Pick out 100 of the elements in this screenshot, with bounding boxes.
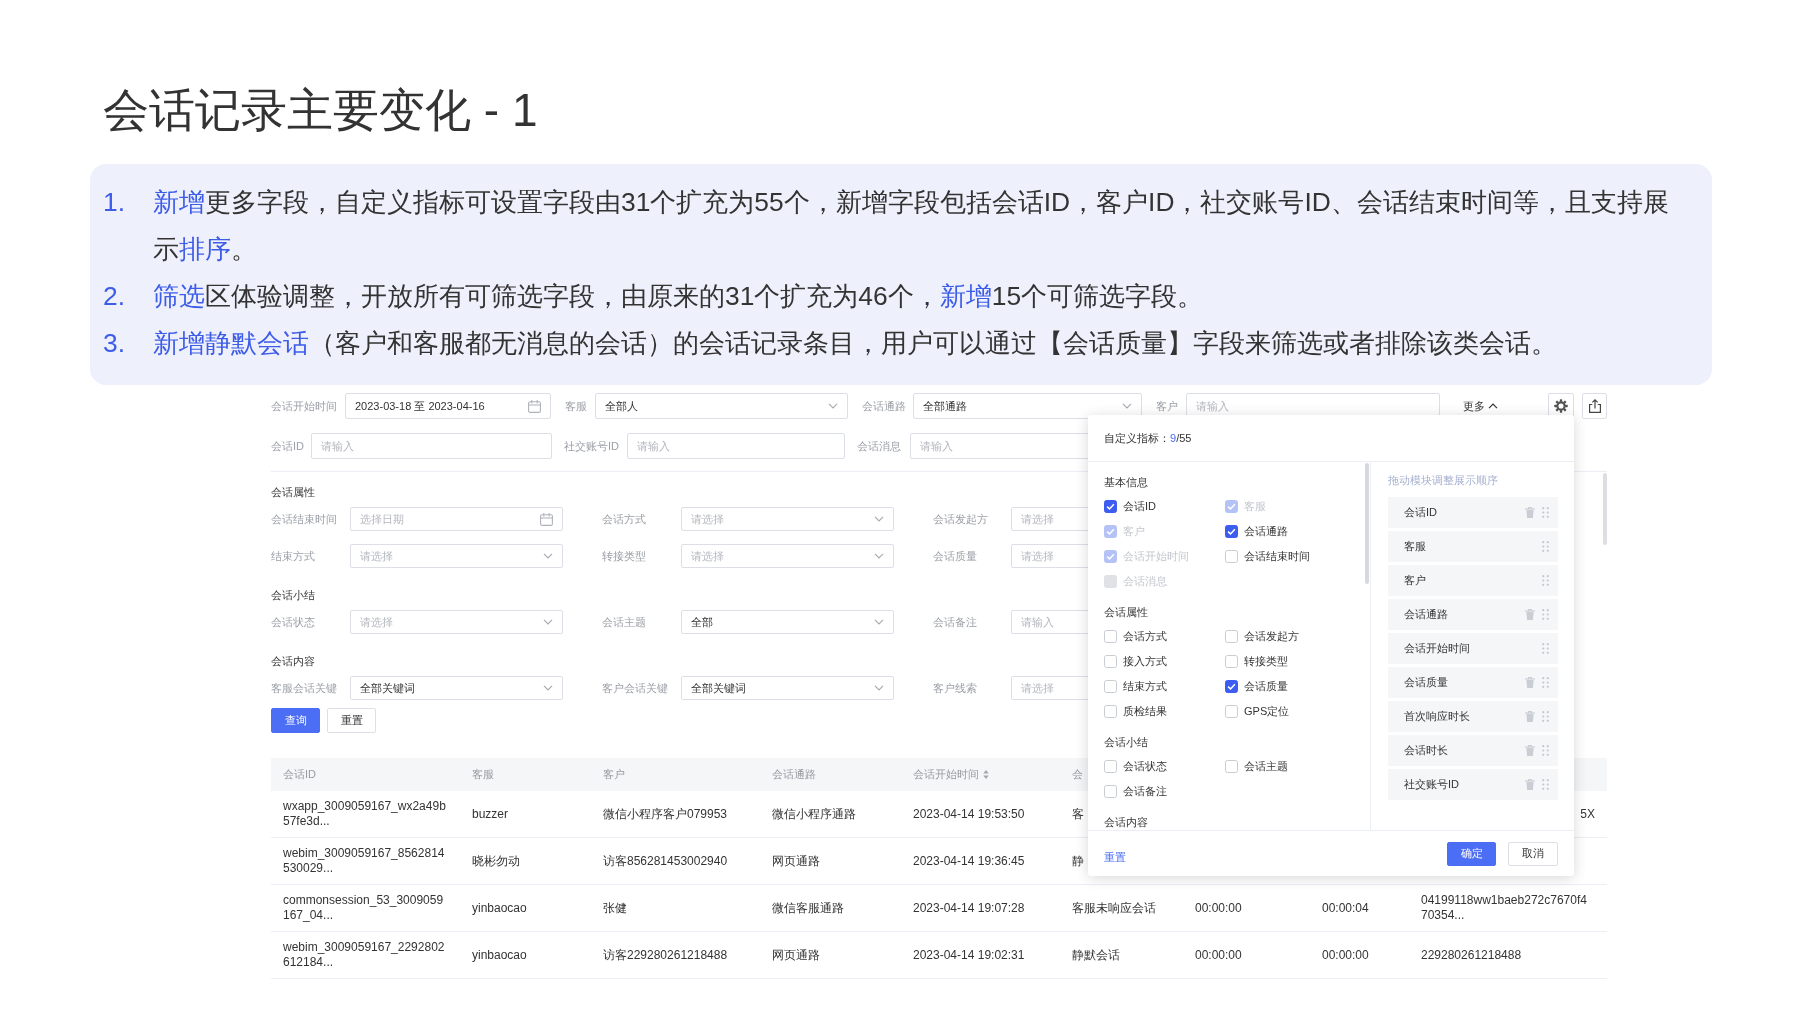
checkbox-label[interactable]: 会话状态 xyxy=(1123,759,1167,774)
section-title: 会话属性 xyxy=(271,485,315,500)
table-cell: 客 xyxy=(1072,806,1084,822)
column-header: 客服 xyxy=(472,767,494,782)
hint-text: 拖动模块调整展示顺序 xyxy=(1388,473,1498,488)
table-cell: 客服未响应会话 xyxy=(1072,900,1156,916)
input-field[interactable]: 请输入 xyxy=(627,433,845,459)
reset-button[interactable]: 重置 xyxy=(327,708,376,733)
drag-handle-icon[interactable] xyxy=(1542,711,1549,722)
field-label: 会话通路 xyxy=(862,398,906,414)
field-label: 会话主题 xyxy=(602,614,646,630)
table-cell: 00:00:04 xyxy=(1322,900,1369,916)
table-cell: 微信小程序客户079953 xyxy=(603,806,728,822)
drag-handle-icon[interactable] xyxy=(1542,541,1549,552)
trash-icon[interactable] xyxy=(1525,745,1535,756)
drag-handle-icon[interactable] xyxy=(1542,745,1549,756)
table-cell: 访客229280261218488 xyxy=(603,947,728,963)
sortable-item[interactable]: 社交账号ID xyxy=(1388,769,1558,800)
group-title: 会话小结 xyxy=(1104,735,1148,750)
column-header: 会话ID xyxy=(283,767,316,782)
checkbox-label[interactable]: 会话发起方 xyxy=(1244,629,1299,644)
drag-handle-icon[interactable] xyxy=(1542,779,1549,790)
checkbox-label[interactable]: 会话方式 xyxy=(1123,629,1167,644)
drag-handle-icon[interactable] xyxy=(1542,507,1549,518)
checkbox-label[interactable]: 接入方式 xyxy=(1123,654,1167,669)
field-label: 会话状态 xyxy=(271,614,315,630)
checkbox-label[interactable]: 会话备注 xyxy=(1123,784,1167,799)
table-cell: 00:00:00 xyxy=(1195,900,1242,916)
field-label: 客户线索 xyxy=(933,680,977,696)
list-number: 1. xyxy=(103,186,125,219)
checkbox-label[interactable]: 转接类型 xyxy=(1244,654,1288,669)
chevron-down-icon xyxy=(543,553,553,559)
dropdown[interactable]: 全部关键词 xyxy=(681,676,894,700)
sortable-item[interactable]: 会话通路 xyxy=(1388,599,1558,630)
chevron-down-icon xyxy=(543,619,553,625)
sortable-item[interactable]: 会话时长 xyxy=(1388,735,1558,766)
table-cell: 网页通路 xyxy=(772,947,820,963)
sort-icon[interactable] xyxy=(983,770,989,779)
confirm-button[interactable]: 确定 xyxy=(1447,841,1496,866)
query-button[interactable]: 查询 xyxy=(271,708,320,733)
reset-link[interactable]: 重置 xyxy=(1104,850,1126,865)
table-cell: 访客856281453002940 xyxy=(603,853,728,869)
field-label: 客户会话关键 xyxy=(602,680,668,696)
checkbox-label[interactable]: 结束方式 xyxy=(1123,679,1167,694)
checkbox-label[interactable]: 会话主题 xyxy=(1244,759,1288,774)
dropdown[interactable]: 全部通路 xyxy=(913,393,1142,419)
cancel-button[interactable]: 取消 xyxy=(1508,841,1558,866)
dropdown[interactable]: 全部关键词 xyxy=(350,676,563,700)
scrollbar-thumb[interactable] xyxy=(1603,473,1607,545)
checkbox-label[interactable]: 会话结束时间 xyxy=(1244,549,1310,564)
drag-handle-icon[interactable] xyxy=(1542,643,1549,654)
field-label: 客户 xyxy=(1156,398,1178,414)
sortable-item[interactable]: 会话ID xyxy=(1388,497,1558,528)
chevron-down-icon xyxy=(874,516,884,522)
checkbox-label[interactable]: 质检结果 xyxy=(1123,704,1167,719)
trash-icon[interactable] xyxy=(1525,711,1535,722)
trash-icon[interactable] xyxy=(1525,507,1535,518)
checkbox[interactable] xyxy=(1104,500,1117,513)
field-label: 会话开始时间 xyxy=(271,398,337,414)
checkbox-label[interactable]: GPS定位 xyxy=(1244,704,1290,719)
input-field[interactable]: 请输入 xyxy=(311,433,552,459)
date-picker[interactable]: 2023-03-18 至 2023-04-16 xyxy=(345,393,551,419)
table-cell: commonsession_53_3009059 167_04... xyxy=(283,893,444,923)
checkbox-label[interactable]: 会话质量 xyxy=(1244,679,1288,694)
sortable-item[interactable]: 会话质量 xyxy=(1388,667,1558,698)
checkbox[interactable] xyxy=(1225,680,1238,693)
table-cell: webim_3009059167_2292802 612184... xyxy=(283,940,445,970)
sortable-item[interactable]: 会话开始时间 xyxy=(1388,633,1558,664)
sortable-item[interactable]: 首次响应时长 xyxy=(1388,701,1558,732)
slide-title: 会话记录主要变化 - 1 xyxy=(103,83,538,138)
sortable-item[interactable]: 客服 xyxy=(1388,531,1558,562)
chevron-down-icon xyxy=(543,685,553,691)
trash-icon[interactable] xyxy=(1525,609,1535,620)
chevron-up-icon xyxy=(1488,403,1498,409)
drag-handle-icon[interactable] xyxy=(1542,575,1549,586)
field-label: 会话结束时间 xyxy=(271,511,337,527)
calendar-icon xyxy=(540,512,553,526)
share-button[interactable] xyxy=(1582,393,1607,419)
table-cell: webim_3009059167_8562814 530029... xyxy=(283,846,445,876)
table-cell: 5X xyxy=(1580,806,1595,822)
checkbox-label[interactable]: 会话ID xyxy=(1123,499,1156,514)
dropdown[interactable]: 全部人 xyxy=(595,393,848,419)
drag-handle-icon[interactable] xyxy=(1542,677,1549,688)
calendar-icon xyxy=(528,399,541,413)
trash-icon[interactable] xyxy=(1525,779,1535,790)
field-label: 会话消息 xyxy=(857,438,901,454)
dropdown[interactable]: 全部 xyxy=(681,610,894,634)
section-title: 会话小结 xyxy=(271,588,315,603)
chevron-down-icon xyxy=(828,403,838,409)
checkbox[interactable] xyxy=(1225,525,1238,538)
trash-icon[interactable] xyxy=(1525,677,1535,688)
list-number: 3. xyxy=(103,327,125,360)
column-header: 客户 xyxy=(603,767,625,782)
sortable-item[interactable]: 客户 xyxy=(1388,565,1558,596)
table-cell: 00:00:00 xyxy=(1322,947,1369,963)
table-cell: 张健 xyxy=(603,900,627,916)
table-cell: 2023-04-14 19:07:28 xyxy=(913,900,1025,916)
more-toggle[interactable]: 更多 xyxy=(1463,398,1498,414)
drag-handle-icon[interactable] xyxy=(1542,609,1549,620)
checkbox-label[interactable]: 会话通路 xyxy=(1244,524,1288,539)
